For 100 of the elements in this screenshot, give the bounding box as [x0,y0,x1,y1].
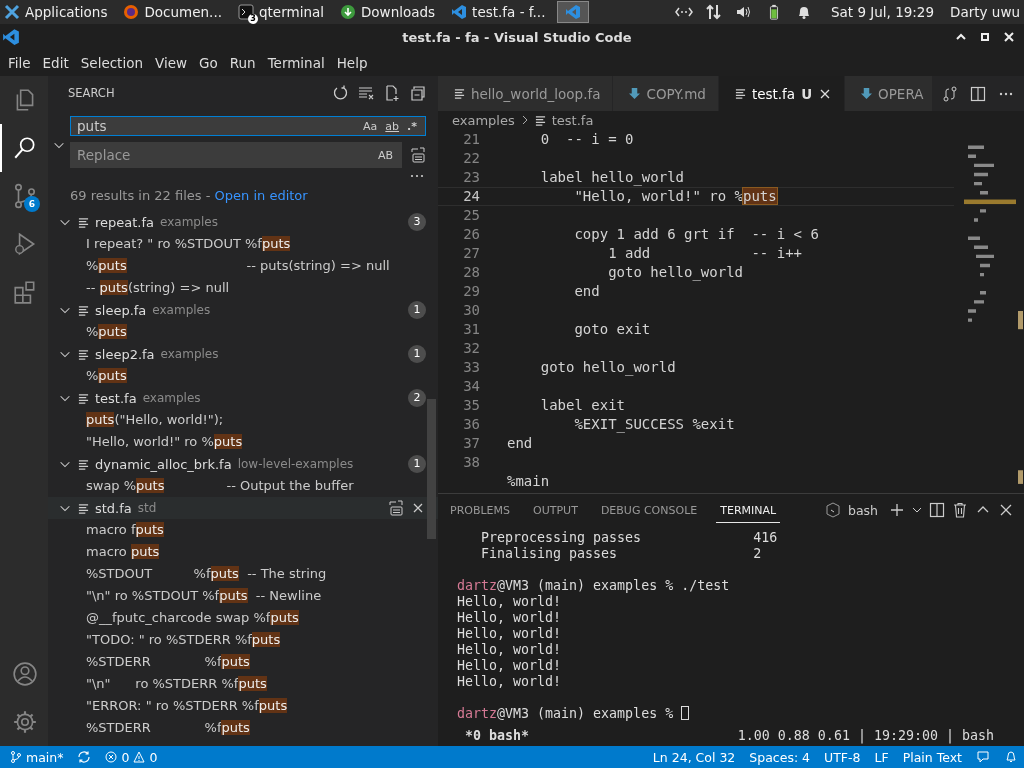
search-match[interactable]: "ERROR: " ro %STDERR %fputs [48,695,438,717]
search-match[interactable]: %puts [48,365,438,387]
transfer-arrows-icon[interactable] [704,4,723,20]
branch-status[interactable]: main* [10,749,64,765]
more-options-icon[interactable] [410,174,424,178]
search-option-toggle[interactable]: .* [403,119,421,133]
panel-tab[interactable]: OUTPUT [529,497,582,523]
search-match[interactable]: -- puts(string) => null [48,277,438,299]
panel-tab[interactable]: DEBUG CONSOLE [596,497,702,523]
taskbar-task[interactable]: 3 qterminal [234,0,332,24]
folder-name: std [137,501,157,515]
menu-item[interactable]: Help [328,55,368,71]
menu-item[interactable]: Run [221,55,256,71]
clear-results-icon[interactable] [358,85,374,101]
text-file-icon [534,114,546,126]
breadcrumb-item[interactable]: test.fa [551,112,594,128]
search-option-toggle[interactable]: Aa [359,119,382,133]
refresh-icon[interactable] [332,85,348,101]
search-match[interactable]: %STDOUT %fputs -- The string [48,563,438,585]
settings-icon[interactable] [12,709,38,735]
search-match[interactable]: "Hello, world!" ro %puts [48,431,438,453]
menu-item[interactable]: Go [191,55,218,71]
result-file-row[interactable]: test.fa examples 2 [48,387,438,409]
new-file-icon[interactable] [384,85,400,101]
search-match[interactable]: "\n" ro %STDERR %fputs [48,673,438,695]
maximize-icon[interactable] [978,30,992,44]
tab-label: COPY.md [646,85,706,102]
status-item[interactable]: Plain Text [902,749,962,765]
status-item[interactable]: UTF-8 [824,749,861,765]
editor-tab[interactable]: OPERA [845,76,932,111]
account-icon[interactable] [12,661,38,687]
line-number: 25 [463,207,480,223]
replace-all-icon[interactable] [410,147,426,163]
editor-tab[interactable]: test.fa U [718,76,846,111]
search-match[interactable]: %STDERR %fputs [48,651,438,673]
add-terminal-icon[interactable] [889,502,905,518]
workspace-switcher[interactable] [557,1,590,23]
window-count-badge: 3 [248,14,258,24]
menu-item[interactable]: File [0,55,31,71]
status-item[interactable]: Ln 24, Col 32 [652,749,736,765]
close-panel-icon[interactable] [998,502,1014,518]
folder-name: low-level-examples [237,457,354,471]
feedback-icon[interactable] [976,750,990,764]
collapse-all-icon[interactable] [410,85,426,101]
taskbar-task[interactable]: Downloads [335,0,444,24]
file-name: dynamic_alloc_brk.fa [95,456,232,472]
user-name[interactable]: Darty uwu [950,4,1020,20]
open-in-editor-link[interactable]: Open in editor [214,188,308,203]
search-match[interactable]: swap %puts -- Output the buffer [48,475,438,497]
taskbar-task[interactable]: test.fa - f... [447,0,554,24]
result-file-row[interactable]: std.fa std [48,497,438,519]
vscode-icon [565,4,582,20]
preserve-case-toggle[interactable]: AB [373,148,397,162]
menu-item[interactable]: View [146,55,187,71]
dropdown-chevron-icon[interactable] [912,505,922,515]
volume-icon[interactable] [734,4,753,20]
terminal-name[interactable]: bash [847,502,878,518]
status-item[interactable]: LF [874,749,889,765]
editor-tab[interactable]: hello_world_loop.fa [438,76,614,111]
result-file-row[interactable]: dynamic_alloc_brk.fa low-level-examples 1 [48,453,438,475]
menu-item[interactable]: Terminal [259,55,325,71]
activity-tab[interactable]: 6 [0,172,48,220]
search-match[interactable]: "\n" ro %STDOUT %fputs -- Newline [48,585,438,607]
result-file-row[interactable]: sleep.fa examples 1 [48,299,438,321]
taskbar-task[interactable]: Documen... [119,0,230,24]
task-label: Documen... [144,4,222,20]
status-item[interactable]: Spaces: 4 [749,749,811,765]
search-match[interactable]: %STDERR %fputs [48,717,438,739]
split-terminal-icon[interactable] [929,502,945,518]
search-match[interactable]: macro fputs [48,519,438,541]
search-field[interactable]: puts Aa ab .* [70,116,426,136]
close-icon[interactable] [1002,30,1016,44]
compare-changes-icon[interactable] [942,85,958,102]
search-match[interactable]: I repeat? " ro %STDOUT %fputs [48,233,438,255]
trash-icon[interactable] [952,502,968,518]
replace-all-icon[interactable] [388,500,404,516]
panel-tab[interactable]: PROBLEMS [446,497,515,523]
search-match[interactable]: @__fputc_charcode swap %fputs [48,607,438,629]
breadcrumb-item[interactable]: examples [452,112,515,128]
split-editor-icon[interactable] [970,85,986,102]
menu-item[interactable]: Edit [34,55,69,71]
search-match[interactable]: %puts -- puts(string) => null [48,255,438,277]
scrollbar-thumb[interactable] [427,399,436,539]
applications-menu[interactable]: Applications [0,0,116,24]
search-match[interactable]: %puts [48,321,438,343]
replace-field[interactable]: Replace AB [70,142,402,168]
search-match[interactable]: macro puts [48,541,438,563]
clock[interactable]: Sat 9 Jul, 19:29 [830,4,935,20]
result-file-row[interactable]: sleep2.fa examples 1 [48,343,438,365]
search-match[interactable]: "TODO: " ro %STDERR %fputs [48,629,438,651]
search-match[interactable]: puts("Hello, world!"); [48,409,438,431]
text-file-icon [78,304,89,316]
sync-icon[interactable] [77,750,92,764]
panel-tab[interactable]: TERMINAL [716,497,781,523]
editor-tab[interactable]: COPY.md [613,76,719,111]
search-option-toggle[interactable]: ab [381,119,404,133]
result-file-row[interactable]: repeat.fa examples 3 [48,211,438,233]
problems-status[interactable]: 0 0 [105,749,158,765]
menu-item[interactable]: Selection [72,55,143,71]
code-line: copy 1 add 6 grt if -- i < 6 [573,226,819,243]
